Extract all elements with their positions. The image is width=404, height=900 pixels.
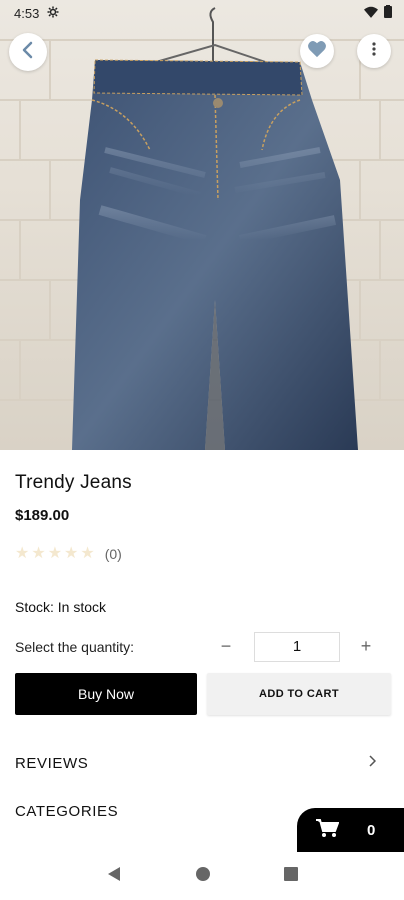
- jeans-photo: [72, 7, 358, 450]
- buy-now-button[interactable]: Buy Now: [15, 673, 197, 715]
- rating-count: (0): [104, 546, 122, 562]
- cart-icon: [315, 818, 340, 843]
- star-icon: ★: [47, 545, 63, 562]
- add-to-cart-button[interactable]: ADD TO CART: [207, 673, 391, 715]
- nav-back-icon[interactable]: [106, 866, 122, 887]
- quantity-decrease-button[interactable]: −: [216, 636, 236, 658]
- favorite-button[interactable]: [300, 34, 334, 68]
- settings-icon: [47, 6, 59, 21]
- rating-stars: ★ ★ ★ ★ ★: [15, 546, 95, 562]
- product-image: [0, 0, 404, 450]
- star-icon: ★: [80, 545, 95, 562]
- chevron-left-icon: [21, 41, 35, 64]
- more-options-button[interactable]: [357, 34, 391, 68]
- quantity-input[interactable]: 1: [254, 632, 340, 662]
- heart-icon: [307, 40, 327, 63]
- more-vert-icon: [372, 41, 376, 61]
- wifi-icon: [364, 6, 378, 21]
- reviews-section-row[interactable]: REVIEWS: [0, 745, 404, 781]
- product-price: $189.00: [15, 507, 70, 524]
- stock-status: Stock: In stock: [15, 599, 107, 615]
- system-navigation-bar: [0, 852, 404, 900]
- back-button[interactable]: [9, 33, 47, 71]
- reviews-label: REVIEWS: [15, 754, 89, 772]
- status-bar: 4:53: [0, 0, 404, 26]
- battery-icon: [384, 5, 392, 21]
- quantity-label: Select the quantity:: [15, 639, 135, 655]
- cart-count-badge: 0: [367, 821, 376, 839]
- nav-home-icon[interactable]: [195, 866, 211, 887]
- star-icon: ★: [64, 545, 79, 562]
- product-rating[interactable]: ★ ★ ★ ★ ★ (0): [15, 546, 122, 563]
- nav-recents-icon[interactable]: [283, 866, 298, 886]
- chevron-right-icon: [368, 754, 377, 772]
- product-title: Trendy Jeans: [15, 472, 132, 493]
- floating-cart-button[interactable]: 0: [297, 808, 404, 852]
- status-time: 4:53: [14, 5, 40, 21]
- categories-section-label[interactable]: CATEGORIES: [15, 803, 118, 820]
- star-icon: ★: [31, 545, 46, 562]
- star-icon: ★: [15, 545, 30, 562]
- quantity-increase-button[interactable]: +: [356, 636, 376, 658]
